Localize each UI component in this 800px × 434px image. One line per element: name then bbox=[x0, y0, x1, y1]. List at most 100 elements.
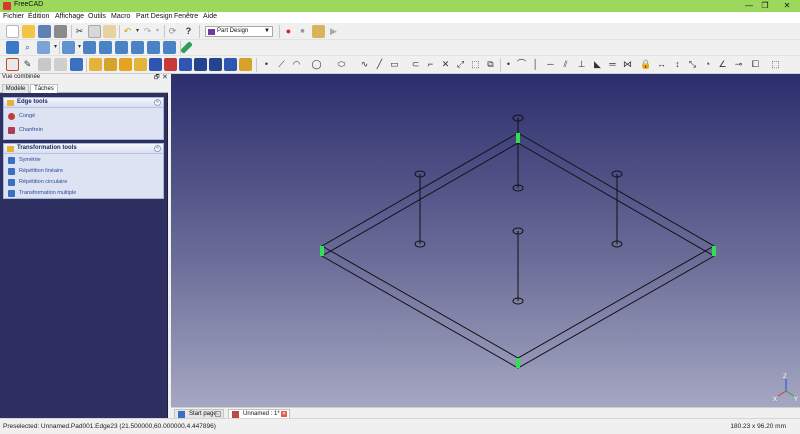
open-folder-icon[interactable] bbox=[22, 25, 35, 38]
symmetric-constraint-icon[interactable]: ⋈ bbox=[622, 58, 633, 71]
rear-view-icon[interactable] bbox=[131, 41, 144, 54]
draw-style-icon[interactable] bbox=[37, 41, 50, 54]
save-icon[interactable] bbox=[38, 25, 51, 38]
angle-constraint-icon[interactable]: ∠ bbox=[717, 58, 728, 71]
clone-icon[interactable] bbox=[70, 58, 83, 71]
pad-icon[interactable] bbox=[89, 58, 102, 71]
refresh-icon[interactable]: ⟳ bbox=[167, 25, 178, 38]
radius-constraint-icon[interactable]: ◔ bbox=[702, 58, 713, 71]
close-tab-icon[interactable]: ✕ bbox=[281, 411, 287, 417]
tab-modele[interactable]: Modèle bbox=[2, 84, 29, 93]
fit-all-icon[interactable] bbox=[6, 41, 19, 54]
print-icon[interactable] bbox=[54, 25, 67, 38]
whats-this-icon[interactable]: ? bbox=[183, 25, 194, 38]
maximize-button[interactable]: ❐ bbox=[754, 0, 776, 12]
front-view-icon[interactable] bbox=[83, 41, 96, 54]
pins bbox=[414, 114, 623, 305]
menu-macro[interactable]: Macro bbox=[111, 13, 130, 20]
menu-outils[interactable]: Outils bbox=[88, 13, 106, 20]
tangent-constraint-icon[interactable]: ◣ bbox=[592, 58, 603, 71]
subtractive-loft-icon[interactable] bbox=[194, 58, 207, 71]
close-panel-icon[interactable]: ✕ bbox=[162, 73, 168, 81]
new-document-icon[interactable] bbox=[6, 25, 19, 38]
circle-icon[interactable]: ◯ bbox=[311, 58, 322, 71]
subtractive-primitive-icon[interactable] bbox=[224, 58, 237, 71]
close-tab-icon[interactable]: ▫ bbox=[215, 411, 221, 418]
sub-shape-binder-icon[interactable] bbox=[54, 58, 67, 71]
extend-icon[interactable]: ⤢ bbox=[455, 58, 466, 71]
point-icon[interactable]: • bbox=[261, 58, 272, 71]
highlighted-vertex[interactable] bbox=[516, 358, 520, 368]
rectangle-icon[interactable]: ▭ bbox=[389, 58, 400, 71]
collapse-icon[interactable]: « bbox=[154, 99, 161, 106]
horizontal-distance-icon[interactable]: ↔ bbox=[656, 58, 667, 71]
cut-icon[interactable]: ✂ bbox=[74, 25, 85, 38]
revolution-icon[interactable] bbox=[104, 58, 117, 71]
macros-icon[interactable] bbox=[312, 25, 325, 38]
stop-macro-icon[interactable]: ■ bbox=[297, 25, 308, 38]
equal-constraint-icon[interactable]: ═ bbox=[607, 58, 618, 71]
trim-icon[interactable]: ✕ bbox=[440, 58, 451, 71]
arc-icon[interactable]: ◠ bbox=[291, 58, 302, 71]
additive-primitive-icon[interactable] bbox=[239, 58, 252, 71]
run-macro-icon[interactable]: ▶ bbox=[328, 25, 339, 38]
toggle-constraint-icon[interactable]: ⊸ bbox=[733, 58, 744, 71]
3d-scene[interactable]: Z X Y bbox=[171, 74, 800, 407]
tab-taches[interactable]: Tâches bbox=[30, 84, 58, 93]
horizontal-constraint-icon[interactable]: ─ bbox=[545, 58, 556, 71]
edge-tools-header[interactable]: Edge tools « bbox=[4, 98, 163, 108]
menu-edition[interactable]: Édition bbox=[28, 13, 49, 20]
distance-constraint-icon[interactable]: ⤡ bbox=[687, 58, 698, 71]
create-body-icon[interactable] bbox=[6, 58, 19, 71]
highlighted-vertex[interactable] bbox=[320, 246, 324, 256]
fillet-sketch-icon[interactable]: ⌐ bbox=[425, 58, 436, 71]
sketch-line-icon[interactable]: ╱ bbox=[374, 58, 385, 71]
right-view-icon[interactable] bbox=[115, 41, 128, 54]
sweep-icon[interactable] bbox=[134, 58, 147, 71]
bounding-box-icon[interactable]: ⬚ bbox=[770, 58, 781, 71]
lock-constraint-icon[interactable]: 🔒 bbox=[640, 58, 651, 71]
collapse-icon[interactable]: « bbox=[154, 145, 161, 152]
paste-icon[interactable] bbox=[103, 25, 116, 38]
redo-dropdown-icon[interactable]: ▾ bbox=[152, 25, 163, 38]
menu-affichage[interactable]: Affichage bbox=[55, 13, 84, 20]
bottom-view-icon[interactable] bbox=[147, 41, 160, 54]
bspline-icon[interactable]: ∿ bbox=[359, 58, 370, 71]
float-panel-icon[interactable]: 🗗 bbox=[154, 73, 160, 83]
vertical-constraint-icon[interactable]: │ bbox=[530, 58, 541, 71]
fit-selection-icon[interactable]: ⌕ bbox=[22, 41, 33, 54]
perpendicular-constraint-icon[interactable]: ⊥ bbox=[576, 58, 587, 71]
left-view-icon[interactable] bbox=[163, 41, 176, 54]
menu-fichier[interactable]: Fichier bbox=[3, 13, 24, 20]
measure-distance-icon[interactable] bbox=[180, 41, 193, 54]
close-button[interactable]: ✕ bbox=[776, 0, 798, 12]
menu-fenetre[interactable]: Fenêtre bbox=[174, 13, 198, 20]
slot-icon[interactable]: ⊂ bbox=[410, 58, 421, 71]
3d-viewport[interactable]: Z X Y bbox=[171, 74, 800, 407]
external-geometry-icon[interactable]: ⬚ bbox=[470, 58, 481, 71]
create-sketch-icon[interactable]: ✎ bbox=[22, 58, 33, 71]
record-macro-icon[interactable]: ● bbox=[283, 25, 294, 38]
carbon-copy-icon[interactable]: ⧉ bbox=[485, 58, 496, 71]
highlighted-vertex[interactable] bbox=[712, 246, 716, 256]
point-on-object-icon[interactable]: ⌒ bbox=[516, 58, 527, 71]
polyline-icon[interactable]: ⟋ bbox=[276, 58, 287, 71]
transformation-tools-header[interactable]: Transformation tools « bbox=[4, 144, 163, 154]
menu-part-design[interactable]: Part Design bbox=[136, 13, 173, 20]
select-constraints-icon[interactable]: ⧠ bbox=[750, 58, 761, 71]
menu-aide[interactable]: Aide bbox=[203, 13, 217, 20]
loft-icon[interactable] bbox=[119, 58, 132, 71]
top-view-icon[interactable] bbox=[99, 41, 112, 54]
highlighted-vertex[interactable] bbox=[516, 133, 520, 143]
hole-icon[interactable] bbox=[164, 58, 177, 71]
validate-sketch-icon[interactable] bbox=[38, 58, 51, 71]
copy-icon[interactable] bbox=[88, 25, 101, 38]
workbench-selector[interactable]: Part Design ▼ bbox=[205, 26, 273, 37]
groove-icon[interactable] bbox=[179, 58, 192, 71]
vertical-distance-icon[interactable]: ↕ bbox=[672, 58, 683, 71]
coincident-constraint-icon[interactable]: • bbox=[503, 58, 514, 71]
subtractive-pipe-icon[interactable] bbox=[209, 58, 222, 71]
conic-icon[interactable]: ⬭ bbox=[336, 58, 347, 71]
parallel-constraint-icon[interactable]: ⫽ bbox=[560, 58, 571, 71]
pocket-icon[interactable] bbox=[149, 58, 162, 71]
